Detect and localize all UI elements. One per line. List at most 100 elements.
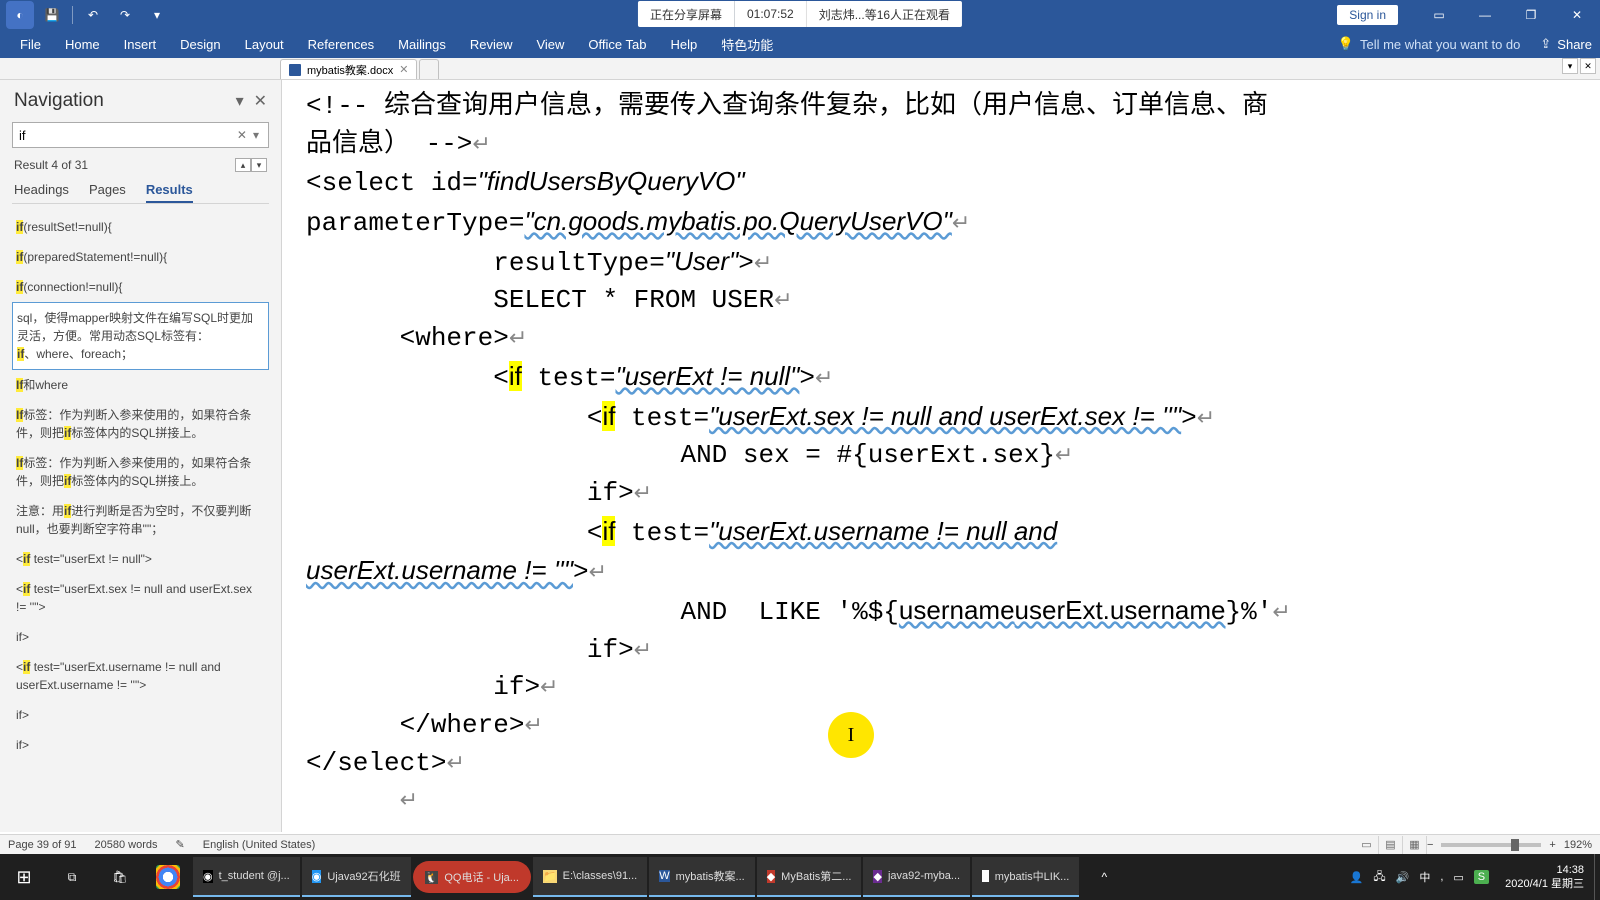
tab-design[interactable]: Design	[168, 30, 232, 58]
result-item[interactable]: if>	[12, 730, 269, 760]
result-item[interactable]: <if test="userExt != null">	[12, 544, 269, 574]
close-tab-icon[interactable]: ✕	[399, 63, 408, 76]
autosave-toggle[interactable]: ◐	[6, 1, 34, 29]
taskbar-app[interactable]: 🐧QQ电话 - Uja...	[413, 861, 531, 893]
task-view-button[interactable]: ⧉	[48, 854, 96, 900]
taskbar-app[interactable]: ●mybatis中LIK...	[972, 857, 1079, 897]
result-item[interactable]: 注意：用if进行判断是否为空时，不仅要判断null，也要判断空字符串""；	[12, 496, 269, 544]
tab-mailings[interactable]: Mailings	[386, 30, 458, 58]
search-box[interactable]: ✕ ▾	[12, 122, 269, 148]
overflow-button[interactable]: ^	[1080, 854, 1128, 900]
battery-icon[interactable]: ▭	[1453, 871, 1463, 884]
web-layout-button[interactable]: ▦	[1403, 836, 1427, 854]
close-all-tabs[interactable]: ✕	[1580, 58, 1596, 74]
show-desktop-button[interactable]	[1594, 854, 1600, 900]
result-item[interactable]: if(connection!=null){	[12, 272, 269, 302]
subtab-headings[interactable]: Headings	[14, 178, 69, 203]
zoom-out-button[interactable]: −	[1427, 839, 1433, 851]
zoom-in-button[interactable]: +	[1549, 839, 1555, 851]
result-item[interactable]: if(preparedStatement!=null){	[12, 242, 269, 272]
subtab-pages[interactable]: Pages	[89, 178, 126, 203]
search-input[interactable]	[19, 128, 234, 143]
prev-result-button[interactable]: ▴	[235, 158, 251, 172]
navigation-pane: Navigation ▾ ✕ ✕ ▾ Result 4 of 31 ▴ ▾ He…	[0, 80, 282, 832]
taskbar-app[interactable]: 📁E:\classes\91...	[533, 857, 647, 897]
doc-tab-mybatis[interactable]: mybatis教案.docx ✕	[280, 59, 417, 79]
close-button[interactable]: ✕	[1554, 0, 1600, 30]
ribbon-options-button[interactable]: ▭	[1416, 0, 1462, 30]
volume-icon[interactable]: 🔊	[1396, 871, 1410, 884]
customize-qat-dropdown[interactable]: ▾	[143, 1, 171, 29]
result-item[interactable]: if(resultSet!=null){	[12, 212, 269, 242]
start-button[interactable]: ⊞	[0, 854, 48, 900]
people-icon[interactable]: 👤	[1350, 871, 1364, 884]
share-button[interactable]: ⇪ Share	[1540, 36, 1592, 52]
zoom-knob[interactable]	[1511, 839, 1519, 851]
results-list: if(resultSet!=null){if(preparedStatement…	[12, 212, 269, 826]
tab-file[interactable]: File	[8, 30, 53, 58]
taskbar-app[interactable]: Wmybatis教案...	[649, 857, 754, 897]
system-tray[interactable]: 👤 🖧 🔊 中 , ▭ S	[1344, 854, 1495, 900]
network-icon[interactable]: 🖧	[1373, 868, 1385, 887]
tab-help[interactable]: Help	[658, 30, 709, 58]
undo-button[interactable]: ↶	[79, 1, 107, 29]
tell-me-search[interactable]: 💡 Tell me what you want to do	[1338, 36, 1521, 52]
redo-button[interactable]: ↷	[111, 1, 139, 29]
tab-review[interactable]: Review	[458, 30, 525, 58]
clear-search-icon[interactable]: ✕	[234, 128, 250, 142]
tab-insert[interactable]: Insert	[112, 30, 169, 58]
taskbar-app[interactable]: ◉t_student @j...	[193, 857, 300, 897]
chrome-pinned[interactable]	[144, 854, 192, 900]
tab-list-dropdown[interactable]: ▾	[1562, 58, 1578, 74]
read-mode-button[interactable]: ▭	[1355, 836, 1379, 854]
app-tray-icon[interactable]: S	[1474, 870, 1489, 884]
tab-layout[interactable]: Layout	[233, 30, 296, 58]
ime2-icon[interactable]: ,	[1440, 871, 1443, 883]
clock[interactable]: 14:38 2020/4/1 星期三	[1495, 863, 1594, 892]
print-layout-button[interactable]: ▤	[1379, 836, 1403, 854]
navigation-title: Navigation	[14, 90, 104, 112]
result-item[interactable]: if>	[12, 622, 269, 652]
result-item[interactable]: sql，使得mapper映射文件在编写SQL时更加灵活，方便。常用动态SQL标签…	[12, 302, 269, 370]
ribbon-tabs: File Home Insert Design Layout Reference…	[0, 30, 1600, 58]
tab-office-tab[interactable]: Office Tab	[576, 30, 658, 58]
new-tab-button[interactable]	[419, 59, 439, 79]
page-indicator[interactable]: Page 39 of 91	[8, 839, 77, 851]
result-count-label: Result 4 of 31	[14, 158, 88, 172]
minimize-button[interactable]: —	[1462, 0, 1508, 30]
taskbar-app[interactable]: ◆MyBatis第二...	[757, 857, 862, 897]
subtab-results[interactable]: Results	[146, 178, 193, 203]
tab-references[interactable]: References	[296, 30, 386, 58]
result-item[interactable]: <if test="userExt.sex != null and userEx…	[12, 574, 269, 622]
sign-in-button[interactable]: Sign in	[1337, 5, 1398, 25]
ime-icon[interactable]: 中	[1419, 869, 1430, 885]
spellcheck-icon[interactable]: ✎	[176, 838, 185, 851]
zoom-level[interactable]: 192%	[1564, 839, 1592, 851]
nav-close-icon[interactable]: ✕	[254, 91, 267, 111]
language-indicator[interactable]: English (United States)	[203, 839, 316, 851]
tab-special[interactable]: 特色功能	[709, 30, 785, 58]
document-area[interactable]: <!-- 综合查询用户信息，需要传入查询条件复杂，比如（用户信息、订单信息、商 …	[282, 80, 1600, 832]
result-item[interactable]: If标签：作为判断入参来使用的，如果符合条件，则把if标签体内的SQL拼接上。	[12, 448, 269, 496]
save-button[interactable]: 💾	[38, 1, 66, 29]
cursor-highlight: I	[828, 712, 874, 758]
maximize-button[interactable]: ❐	[1508, 0, 1554, 30]
result-item[interactable]: if>	[12, 700, 269, 730]
nav-dropdown-icon[interactable]: ▾	[236, 91, 244, 111]
word-count[interactable]: 20580 words	[95, 839, 158, 851]
taskbar-app[interactable]: ◉Ujava92石化班	[302, 857, 411, 897]
tab-home[interactable]: Home	[53, 30, 112, 58]
main-area: Navigation ▾ ✕ ✕ ▾ Result 4 of 31 ▴ ▾ He…	[0, 80, 1600, 832]
time-label: 14:38	[1505, 863, 1584, 877]
next-result-button[interactable]: ▾	[251, 158, 267, 172]
result-item[interactable]: If和where	[12, 370, 269, 400]
share-timer: 01:07:52	[735, 1, 807, 27]
quick-access-toolbar: ◐ 💾 ↶ ↷ ▾	[0, 1, 177, 29]
result-item[interactable]: If标签：作为判断入参来使用的，如果符合条件，则把if标签体内的SQL拼接上。	[12, 400, 269, 448]
store-button[interactable]: 🛍	[96, 854, 144, 900]
zoom-slider[interactable]	[1441, 843, 1541, 847]
result-item[interactable]: <if test="userExt.username != null and u…	[12, 652, 269, 700]
search-options-dropdown[interactable]: ▾	[250, 128, 262, 142]
taskbar-app[interactable]: ◆java92-myba...	[863, 857, 970, 897]
tab-view[interactable]: View	[524, 30, 576, 58]
